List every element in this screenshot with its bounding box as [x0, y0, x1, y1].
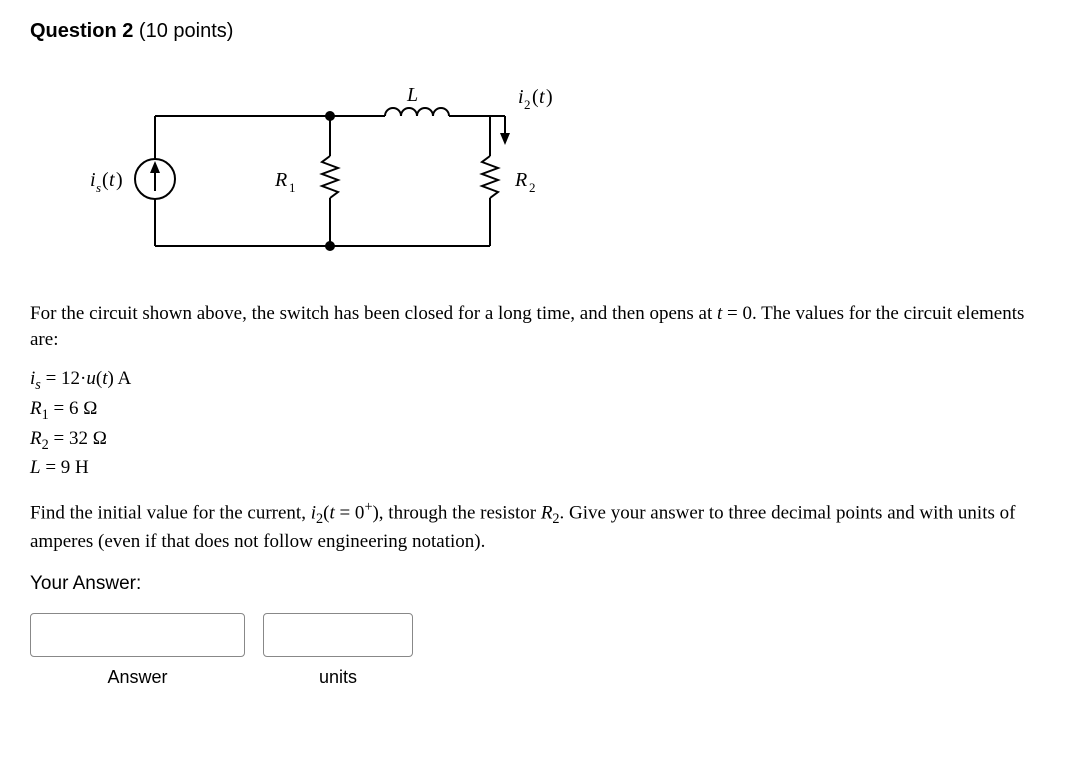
problem-ask: Find the initial value for the current, …: [30, 498, 1043, 555]
svg-text:R: R: [514, 169, 527, 191]
param-l: L = 9 H: [30, 455, 1043, 482]
question-header: Question 2 (10 points): [30, 20, 1043, 43]
parameter-list: is = 12·u(t) A R1 = 6 Ω R2 = 32 Ω L = 9 …: [30, 366, 1043, 482]
svg-text:): ): [116, 169, 123, 191]
svg-text:2: 2: [529, 180, 536, 195]
svg-text:t: t: [109, 169, 115, 191]
question-points: (10 points): [133, 20, 233, 42]
svg-text:L: L: [406, 84, 418, 106]
question-number: Question 2: [30, 20, 133, 42]
answer-input[interactable]: [30, 613, 245, 657]
svg-text:1: 1: [289, 180, 296, 195]
svg-text:s: s: [96, 180, 101, 195]
units-input-label: units: [319, 667, 357, 688]
your-answer-label: Your Answer:: [30, 573, 1043, 595]
param-r1: R1 = 6 Ω: [30, 396, 1043, 426]
svg-text:t: t: [539, 86, 545, 108]
answer-row: Answer units: [30, 613, 1043, 688]
answer-input-label: Answer: [107, 667, 167, 688]
svg-text:2: 2: [524, 97, 531, 112]
svg-text:(: (: [532, 86, 539, 108]
svg-text:): ): [546, 86, 553, 108]
problem-intro: For the circuit shown above, the switch …: [30, 301, 1043, 352]
units-input[interactable]: [263, 613, 413, 657]
svg-text:i: i: [518, 86, 524, 108]
svg-text:(: (: [102, 169, 109, 191]
param-r2: R2 = 32 Ω: [30, 426, 1043, 456]
svg-text:i: i: [90, 169, 96, 191]
svg-text:R: R: [274, 169, 287, 191]
circuit-diagram: i s ( t ) R 1 L i 2 ( t ) R 2: [60, 61, 1043, 276]
param-is: is = 12·u(t) A: [30, 366, 1043, 396]
